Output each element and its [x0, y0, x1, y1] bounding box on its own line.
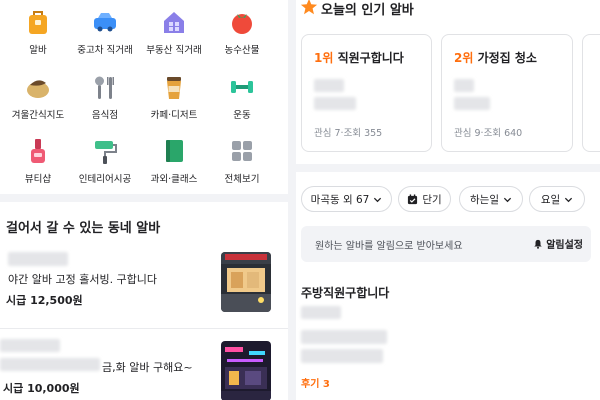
category-label: 운동 [233, 110, 251, 121]
card-title: 가정집 청소 [477, 51, 537, 65]
popular-job-card[interactable]: 1위 직원구합니다 관심 7·조회 355 [301, 34, 432, 152]
bell-icon [534, 239, 542, 249]
nail-polish-icon [31, 139, 45, 163]
category-view-all[interactable]: 전체보기 [206, 137, 278, 185]
paint-roller-icon [95, 141, 117, 164]
storefront-photo [221, 252, 271, 312]
chip-label: 하는일 [470, 193, 499, 206]
card-rank-title: 2위 가정집 청소 [454, 49, 537, 66]
alert-button-label: 알림설정 [546, 240, 583, 251]
section-divider [296, 164, 600, 172]
jobs-right-panel: 오늘의 인기 알바 1위 직원구합니다 관심 7·조회 355 2위 가정집 청… [296, 0, 600, 400]
nearby-section-title: 걸어서 갈 수 있는 동네 알바 [6, 221, 161, 236]
category-exercise[interactable]: 운동 [206, 73, 278, 121]
filter-job-type-chip[interactable]: 하는일 [459, 186, 523, 212]
tomato-icon [232, 14, 252, 34]
home-left-panel: 알바 중고차 직거래 부동산 직거래 농수산물 겨울간식지도 음식점 카페·디저… [0, 0, 288, 400]
blurred-info [454, 79, 474, 92]
calendar-check-icon [408, 193, 418, 204]
category-label: 중고차 직거래 [77, 45, 133, 56]
grid-icon [232, 141, 252, 161]
card-stats: 관심 9·조회 640 [454, 128, 523, 139]
chevron-down-icon [374, 197, 382, 202]
popular-job-card[interactable]: 2위 가정집 청소 관심 9·조회 640 [441, 34, 573, 152]
blurred-info [301, 330, 387, 344]
category-tutoring-class[interactable]: 과외·클래스 [138, 137, 210, 185]
job-pay: 시급 12,500원 [6, 294, 83, 307]
bag-icon [29, 11, 47, 34]
card-title: 직원구합니다 [337, 51, 404, 65]
blurred-info [454, 97, 490, 110]
blurred-author [8, 252, 68, 266]
review-count: 후기 3 [301, 379, 330, 390]
popular-job-card-partial[interactable] [582, 34, 600, 152]
alert-text: 원하는 알바를 알림으로 받아보세요 [315, 241, 463, 252]
category-label: 카페·디저트 [150, 110, 198, 121]
category-beauty-shop[interactable]: 뷰티샵 [2, 137, 74, 185]
category-label: 뷰티샵 [24, 174, 52, 185]
chevron-down-icon [565, 197, 573, 202]
job-alert-banner: 원하는 알바를 알림으로 받아보세요 알림설정 [301, 226, 591, 262]
category-label: 부동산 직거래 [146, 45, 202, 56]
category-cafe-dessert[interactable]: 카페·디저트 [138, 73, 210, 121]
star-burst-icon [300, 0, 318, 15]
rank-number: 2위 [454, 51, 474, 65]
neon-bar-photo [221, 341, 271, 400]
blurred-info [301, 306, 341, 319]
category-part-time[interactable]: 알바 [2, 8, 74, 56]
chip-label: 요일 [540, 193, 561, 206]
blurred-author [0, 339, 60, 352]
job-title: 금,화 알바 구해요~ [102, 361, 193, 374]
category-used-car[interactable]: 중고차 직거래 [69, 8, 141, 56]
chevron-down-icon [503, 197, 512, 202]
car-icon [94, 13, 116, 32]
blurred-info [314, 97, 356, 110]
category-interior[interactable]: 인테리어시공 [69, 137, 141, 185]
category-label: 전체보기 [224, 174, 260, 185]
chip-label: 마곡동 외 67 [310, 193, 370, 206]
blurred-info [314, 79, 344, 92]
section-divider [0, 194, 288, 202]
category-restaurant[interactable]: 음식점 [69, 73, 141, 121]
category-label: 음식점 [91, 110, 119, 121]
listing-title: 주방직원구합니다 [301, 286, 390, 300]
popular-section-title: 오늘의 인기 알바 [321, 3, 414, 18]
category-label: 과외·클래스 [150, 174, 198, 185]
category-label: 알바 [29, 45, 47, 56]
category-label: 농수산물 [224, 45, 260, 56]
alert-settings-button[interactable]: 알림설정 [533, 236, 583, 251]
job-pay: 시급 10,000원 [3, 382, 80, 395]
blurred-info [301, 349, 383, 363]
category-real-estate[interactable]: 부동산 직거래 [138, 8, 210, 56]
coffee-cup-icon [167, 77, 181, 99]
filter-day-chip[interactable]: 요일 [529, 186, 585, 212]
blurred-title-prefix [0, 358, 100, 371]
rank-number: 1위 [314, 51, 334, 65]
category-winter-snack-map[interactable]: 겨울간식지도 [2, 73, 74, 121]
category-label: 겨울간식지도 [11, 110, 65, 121]
chip-label: 단기 [422, 193, 442, 206]
dumbbell-icon [231, 81, 253, 93]
filter-short-term-chip[interactable]: 단기 [398, 186, 451, 212]
snack-icon [27, 80, 49, 98]
filter-location-chip[interactable]: 마곡동 외 67 [301, 186, 392, 212]
utensils-icon [95, 76, 114, 99]
card-rank-title: 1위 직원구합니다 [314, 49, 404, 66]
category-label: 인테리어시공 [78, 174, 132, 185]
book-icon [166, 140, 183, 162]
row-divider [0, 328, 288, 329]
house-icon [164, 12, 184, 33]
category-produce[interactable]: 농수산물 [206, 8, 278, 56]
job-title: 야간 알바 고정 홀서빙. 구합니다 [8, 273, 158, 286]
panel-divider [288, 0, 296, 400]
card-stats: 관심 7·조회 355 [314, 128, 383, 139]
